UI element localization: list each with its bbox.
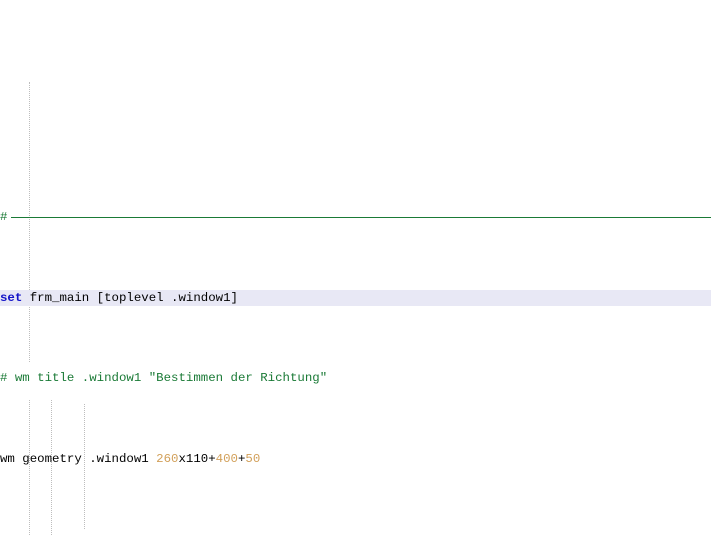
- code-line-set-frm-main[interactable]: set frm_main [toplevel .window1]: [0, 289, 711, 306]
- token-mid: x110+: [178, 451, 216, 466]
- comment-rule-line: [11, 217, 711, 219]
- token-number-260: 260: [156, 451, 179, 466]
- token-comment: # wm title .window1 "Bestimmen der Richt…: [0, 371, 328, 386]
- code-line-comment-wm-title[interactable]: # wm title .window1 "Bestimmen der Richt…: [0, 370, 711, 386]
- token-pre: wm geometry .window1: [0, 451, 157, 466]
- token-number-50: 50: [245, 451, 261, 466]
- token-keyword-set: set: [0, 290, 23, 305]
- code-line-blank[interactable]: [0, 515, 711, 531]
- code-lines: # set frm_main [toplevel .window1] # wm …: [0, 145, 711, 543]
- code-line-comment-rule-top[interactable]: #: [0, 209, 711, 225]
- hash-mark: #: [0, 210, 8, 225]
- code-editor[interactable]: # set frm_main [toplevel .window1] # wm …: [0, 0, 711, 543]
- token-rest: frm_main [toplevel .window1]: [22, 290, 238, 305]
- code-line-wm-geometry[interactable]: wm geometry .window1 260x110+400+50: [0, 451, 711, 467]
- token-number-400: 400: [215, 451, 238, 466]
